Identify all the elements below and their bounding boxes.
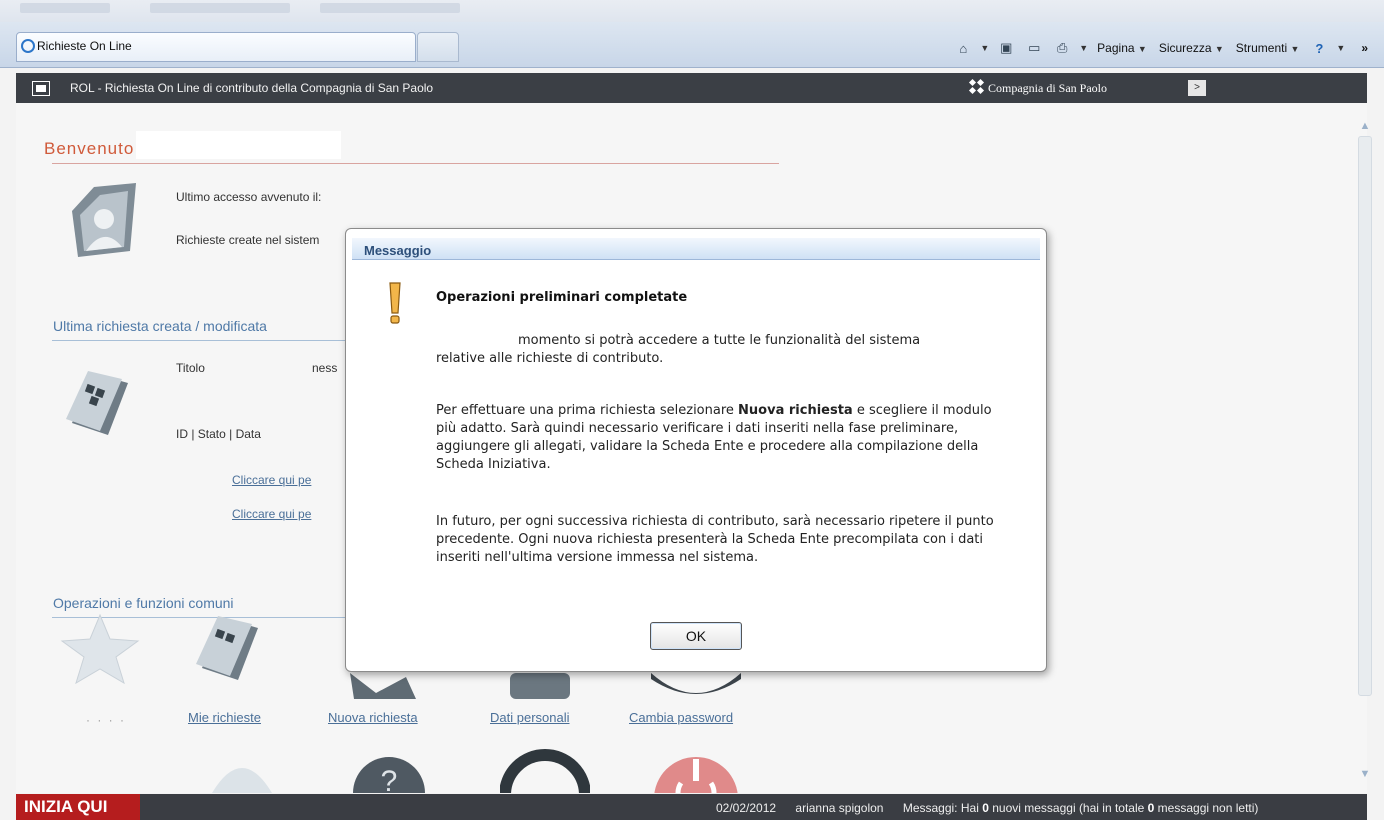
divider — [52, 163, 779, 164]
app-title: ROL - Richiesta On Line di contributo de… — [70, 81, 434, 95]
help-question-icon[interactable]: ? — [351, 743, 427, 793]
new-messages-count: 0 — [982, 801, 989, 815]
scroll-up-icon[interactable]: ▲ — [1359, 120, 1371, 132]
chevron-down-icon: ▼ — [1290, 44, 1300, 54]
security-menu[interactable]: Sicurezza ▼ — [1156, 41, 1227, 55]
divider — [52, 340, 352, 341]
app-title-bar: ROL - Richiesta On Line di contributo de… — [16, 73, 1367, 103]
ok-button[interactable]: OK — [650, 622, 742, 650]
dialog-p1-line-1: momento si potrà accedere a tutte le fun… — [518, 333, 921, 348]
title-value: ness — [312, 361, 338, 375]
browser-command-bar: ⌂ ▼ ▣ ▭ ⎙ ▼ Pagina ▼ Sicurezza ▼ Strumenti… — [952, 36, 1368, 60]
user-profile-icon — [72, 183, 136, 257]
chevron-down-icon: ▼ — [1137, 44, 1147, 54]
new-request-link[interactable]: Nuova richiesta — [328, 710, 418, 725]
logout-power-icon[interactable] — [651, 743, 741, 793]
dialog-title: Messaggio — [352, 238, 1040, 260]
browser-command-strip — [0, 0, 1384, 22]
dialog-heading: Operazioni preliminari completate — [436, 290, 688, 305]
click-here-link-2[interactable]: Cliccare qui pe — [232, 507, 311, 521]
my-requests-icon[interactable] — [192, 608, 262, 683]
dialog-p1-line-2: relative alle richieste di contributo. — [436, 351, 664, 366]
browser-toolbar: Richieste On Line ⌂ ▼ ▣ ▭ ⎙ ▼ Pagina ▼ Sic… — [0, 22, 1384, 68]
status-info: 02/02/2012 arianna spigolon Messaggi: Ha… — [716, 801, 1258, 815]
svg-text:?: ? — [381, 765, 398, 793]
start-here-button[interactable]: INIZIA QUI — [16, 794, 140, 820]
status-bar: INIZIA QUI 02/02/2012 arianna spigolon M… — [16, 794, 1367, 820]
support-lifebuoy-icon[interactable] — [500, 743, 590, 793]
chevron-down-icon: ▼ — [1214, 44, 1224, 54]
my-requests-link[interactable]: Mie richieste — [188, 710, 261, 725]
click-here-link-1[interactable]: Cliccare qui pe — [232, 473, 311, 487]
tools-menu[interactable]: Strumenti ▼ — [1233, 41, 1303, 55]
personal-data-link[interactable]: Dati personali — [490, 710, 570, 725]
read-mail-icon[interactable]: ▭ — [1023, 38, 1045, 58]
ie-logo-icon — [21, 39, 35, 53]
dialog-paragraph-3: In futuro, per ogni successiva richiesta… — [436, 514, 994, 565]
message-dialog: Messaggio Operazioni preliminari complet… — [345, 228, 1047, 672]
app-window-icon — [32, 81, 50, 96]
scroll-thumb[interactable] — [1358, 136, 1372, 696]
home-icon[interactable]: ⌂ — [952, 38, 974, 58]
change-password-icon[interactable] — [651, 673, 741, 699]
vertical-scrollbar[interactable]: ▲ ▼ — [1355, 118, 1373, 783]
dialog-p2-text: Per effettuare una prima richiesta selez… — [436, 403, 739, 418]
dialog-p2-emphasis: Nuova richiesta — [738, 403, 853, 418]
help-icon[interactable]: ? — [1308, 38, 1330, 58]
faded-toolbar-item — [320, 3, 460, 13]
page-menu[interactable]: Pagina ▼ — [1094, 41, 1150, 55]
faded-toolbar-item — [20, 3, 110, 13]
scroll-down-icon[interactable]: ▼ — [1359, 768, 1371, 780]
favorites-label[interactable]: · · · · — [86, 713, 126, 727]
brand-arrow-button[interactable]: > — [1188, 80, 1206, 96]
browser-tab-title: Richieste On Line — [37, 39, 132, 53]
print-icon[interactable]: ⎙ — [1051, 38, 1073, 58]
help-dropdown-icon[interactable]: ▼ — [1336, 43, 1345, 53]
toolbar-overflow-button[interactable]: » — [1361, 41, 1368, 55]
warning-icon — [389, 282, 401, 324]
feeds-icon[interactable]: ▣ — [995, 38, 1017, 58]
redacted-name — [136, 131, 341, 159]
new-request-icon[interactable] — [346, 673, 426, 699]
browser-tab[interactable]: Richieste On Line — [16, 32, 416, 62]
welcome-greeting: Benvenuto a — [44, 139, 151, 158]
print-dropdown-icon[interactable]: ▼ — [1079, 43, 1088, 53]
requests-created-label: Richieste create nel sistem — [176, 233, 320, 247]
last-access-label: Ultimo accesso avvenuto il: — [176, 190, 322, 204]
document-icon — [66, 371, 128, 435]
messages-link[interactable]: Messaggi: Hai 0 nuovi messaggi (hai in t… — [903, 801, 1259, 815]
dialog-paragraph-1: momento si potrà accedere a tutte le fun… — [436, 332, 996, 368]
faded-toolbar-item — [150, 3, 290, 13]
brand-logo-icon — [968, 78, 985, 95]
home-dropdown-icon[interactable]: ▼ — [980, 43, 989, 53]
title-label: Titolo — [176, 361, 205, 375]
dialog-paragraph-2: Per effettuare una prima richiesta selez… — [436, 402, 996, 474]
misc-function-icon[interactable] — [202, 743, 282, 793]
personal-data-icon[interactable] — [506, 673, 576, 699]
status-user: arianna spigolon — [795, 801, 884, 815]
favorites-star-icon[interactable] — [60, 613, 140, 685]
change-password-link[interactable]: Cambia password — [629, 710, 733, 725]
request-meta-label: ID | Stato | Data — [176, 427, 261, 441]
status-date: 02/02/2012 — [716, 801, 777, 815]
last-request-section-title: Ultima richiesta creata / modificata — [53, 318, 267, 334]
brand-name: Compagnia di San Paolo — [988, 81, 1107, 95]
new-tab-button[interactable] — [417, 32, 459, 62]
